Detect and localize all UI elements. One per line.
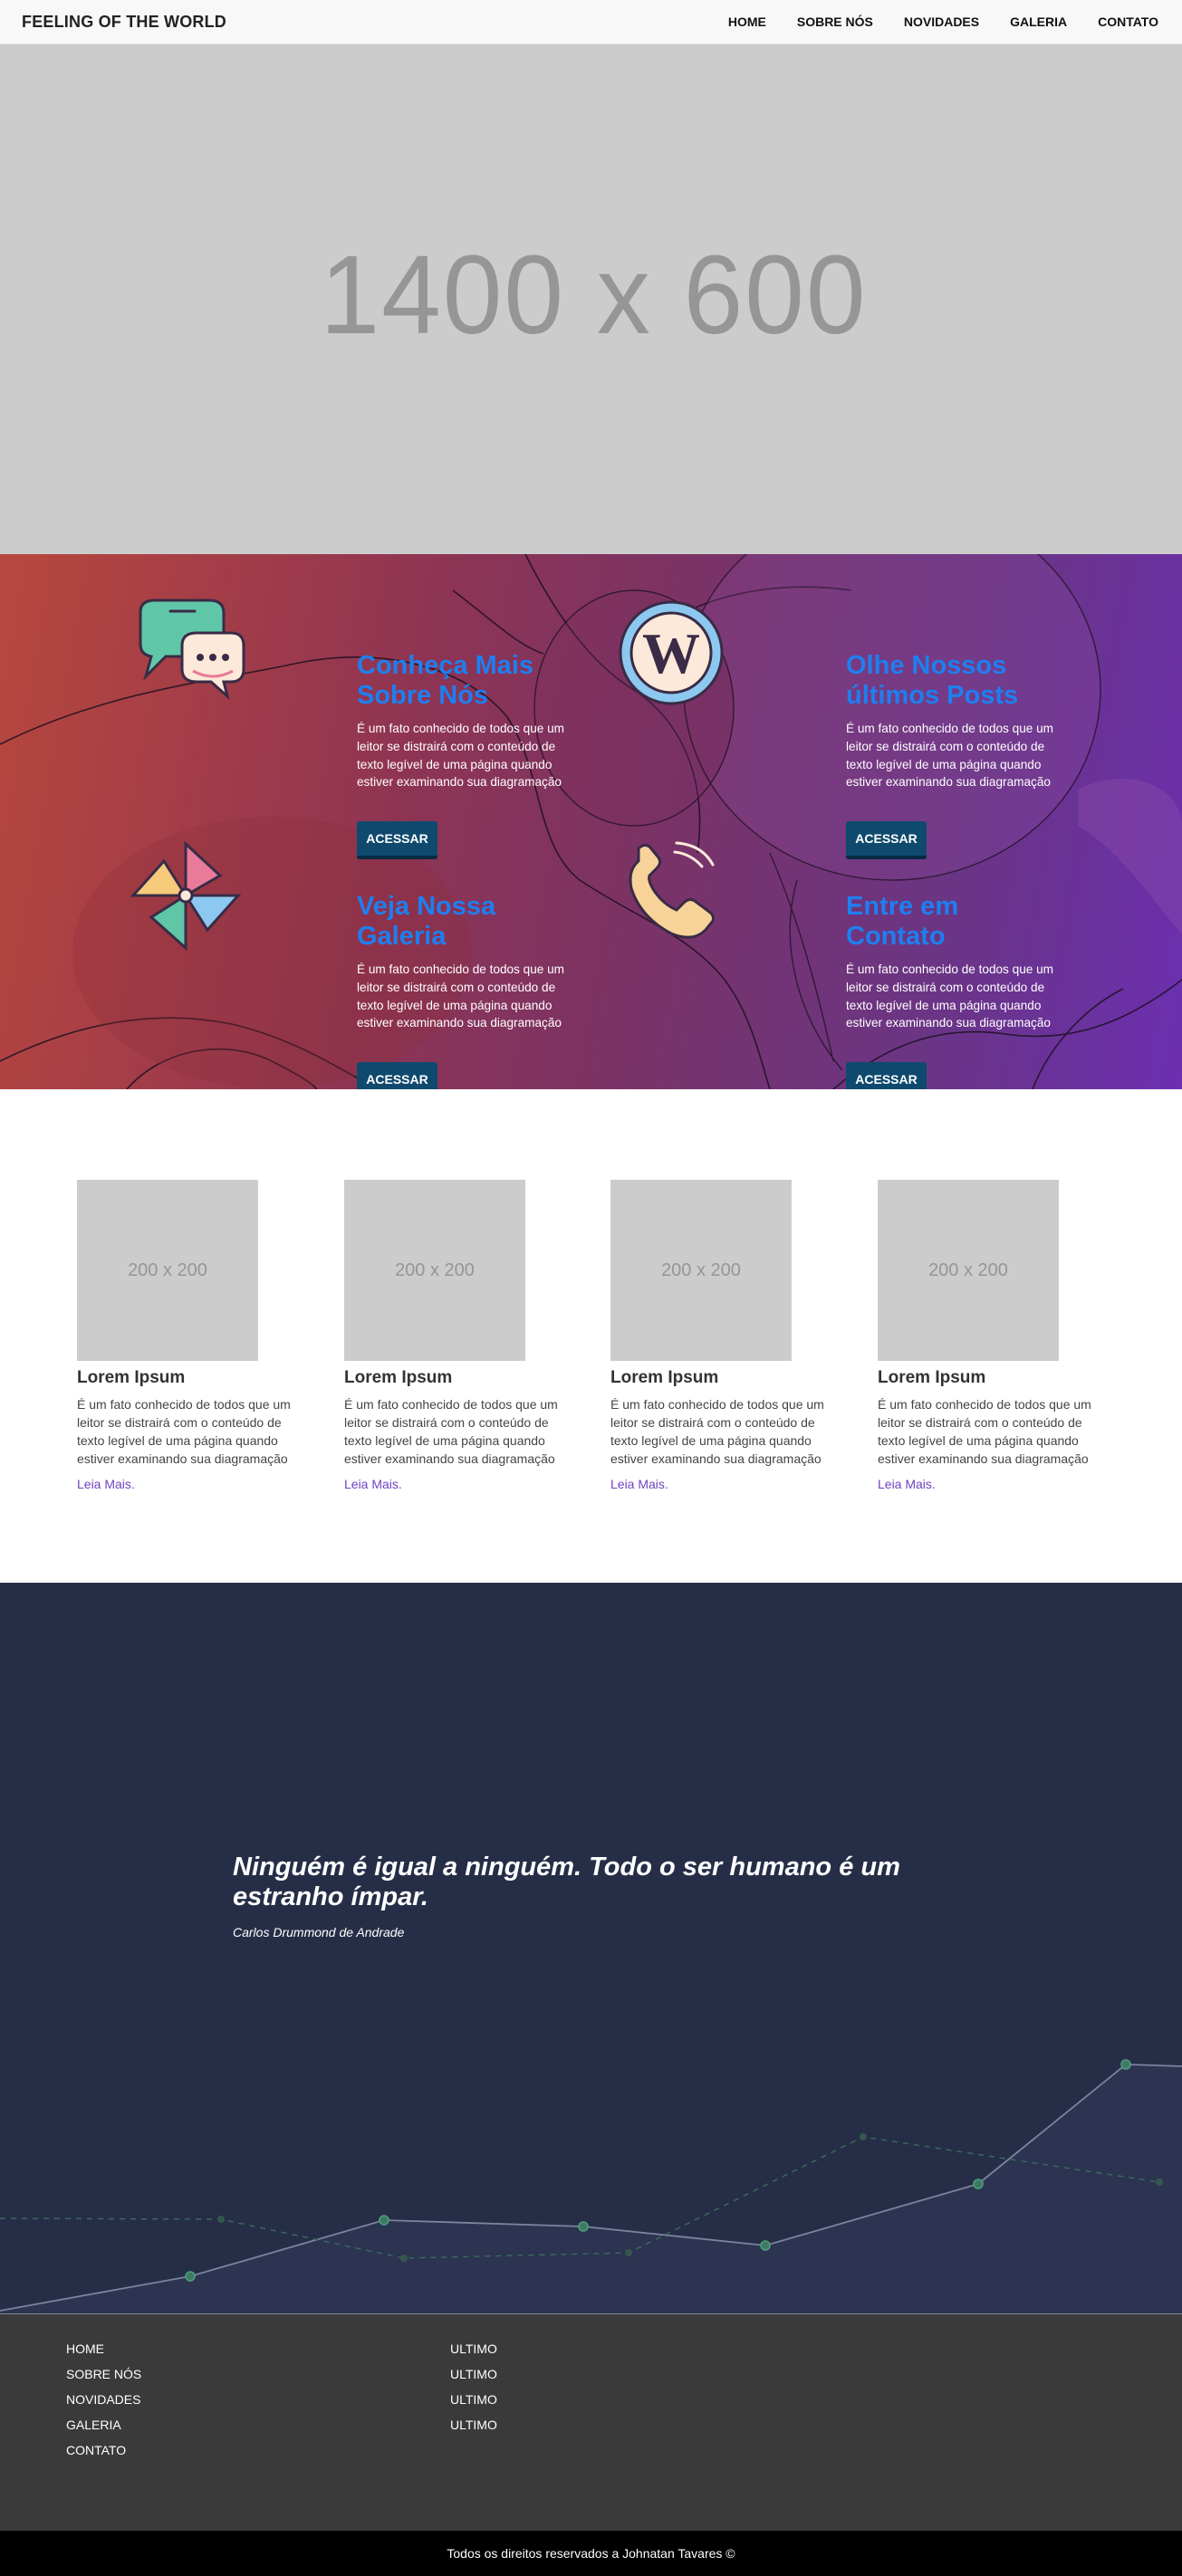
feature-about: Conheça Mais Sobre Nós É um fato conheci… (130, 599, 619, 859)
footer-link-ultimo[interactable]: ULTIMO (450, 2412, 497, 2437)
footer-link-ultimo[interactable]: ULTIMO (450, 2336, 497, 2361)
hero-placeholder-text: 1400 x 600 (320, 232, 868, 358)
footer-link-ultimo[interactable]: ULTIMO (450, 2387, 497, 2412)
footer-nav-column: HOME SOBRE NÓS NOVIDADES GALERIA CONTATO (66, 2336, 141, 2463)
footer-link-home[interactable]: HOME (66, 2336, 141, 2361)
article-card: 200 x 200 Lorem Ipsum É um fato conhecid… (610, 1180, 828, 1491)
read-more-link[interactable]: Leia Mais. (610, 1477, 828, 1491)
footer-latest-column: ULTIMO ULTIMO ULTIMO ULTIMO (450, 2336, 497, 2437)
quote-text: Ninguém é igual a ninguém. Todo o ser hu… (233, 1853, 900, 1911)
navbar: FEELING OF THE WORLD HOME SOBRE NÓS NOVI… (0, 0, 1182, 44)
copyright-bar: Todos os direitos reservados a Johnatan … (0, 2531, 1182, 2576)
feature-contact: Entre em Contato É um fato conhecido de … (619, 839, 1108, 1089)
acessar-button[interactable]: ACESSAR (357, 1062, 437, 1089)
card-description: É um fato conhecido de todos que um leit… (344, 1397, 558, 1466)
article-card: 200 x 200 Lorem Ipsum É um fato conhecid… (344, 1180, 562, 1491)
wordpress-logo-icon: W (619, 599, 754, 734)
decorative-line-graph (0, 2059, 1182, 2313)
footer-link-galeria[interactable]: GALERIA (66, 2412, 141, 2437)
feature-description: É um fato conhecido de todos que um leit… (357, 722, 564, 790)
chat-bubbles-icon (130, 599, 265, 734)
nav-link-sobre-nos[interactable]: SOBRE NÓS (782, 0, 889, 44)
feature-posts: W Olhe Nossos últimos Posts É um fato co… (619, 599, 1108, 859)
card-thumbnail-placeholder: 200 x 200 (610, 1180, 792, 1361)
feature-title: Olhe Nossos últimos Posts (846, 651, 1019, 710)
main-nav: HOME SOBRE NÓS NOVIDADES GALERIA CONTATO (713, 0, 1158, 44)
card-thumbnail-placeholder: 200 x 200 (344, 1180, 525, 1361)
quote-section: Ninguém é igual a ninguém. Todo o ser hu… (0, 1583, 1182, 2313)
nav-link-novidades[interactable]: NOVIDADES (889, 0, 995, 44)
nav-link-galeria[interactable]: GALERIA (995, 0, 1082, 44)
card-description: É um fato conhecido de todos que um leit… (77, 1397, 291, 1466)
card-title: Lorem Ipsum (344, 1368, 453, 1387)
hero-banner-placeholder: 1400 x 600 (0, 44, 1182, 554)
feature-title: Veja Nossa Galeria (357, 892, 496, 951)
card-description: É um fato conhecido de todos que um leit… (878, 1397, 1091, 1466)
article-card: 200 x 200 Lorem Ipsum É um fato conhecid… (77, 1180, 294, 1491)
feature-title: Conheça Mais Sobre Nós (357, 651, 533, 710)
card-description: É um fato conhecido de todos que um leit… (610, 1397, 824, 1466)
card-title: Lorem Ipsum (878, 1368, 986, 1387)
feature-description: É um fato conhecido de todos que um leit… (357, 962, 564, 1030)
features-section: Conheça Mais Sobre Nós É um fato conheci… (0, 554, 1182, 1089)
nav-link-home[interactable]: HOME (713, 0, 782, 44)
article-card: 200 x 200 Lorem Ipsum É um fato conhecid… (878, 1180, 1095, 1491)
read-more-link[interactable]: Leia Mais. (77, 1477, 294, 1491)
quote-author: Carlos Drummond de Andrade (233, 1925, 405, 1939)
footer-link-contato[interactable]: CONTATO (66, 2437, 141, 2463)
card-thumbnail-placeholder: 200 x 200 (77, 1180, 258, 1361)
feature-gallery: Veja Nossa Galeria É um fato conhecido d… (130, 839, 619, 1089)
feature-description: É um fato conhecido de todos que um leit… (846, 962, 1053, 1030)
read-more-link[interactable]: Leia Mais. (344, 1477, 562, 1491)
brand-logo[interactable]: FEELING OF THE WORLD (22, 13, 226, 32)
footer-link-ultimo[interactable]: ULTIMO (450, 2361, 497, 2387)
phone-handset-icon (619, 839, 754, 975)
footer-link-sobre-nos[interactable]: SOBRE NÓS (66, 2361, 141, 2387)
feature-description: É um fato conhecido de todos que um leit… (846, 722, 1053, 790)
footer: HOME SOBRE NÓS NOVIDADES GALERIA CONTATO… (0, 2313, 1182, 2531)
acessar-button[interactable]: ACESSAR (846, 1062, 927, 1089)
card-title: Lorem Ipsum (610, 1368, 719, 1387)
card-title: Lorem Ipsum (77, 1368, 186, 1387)
svg-text:W: W (642, 621, 700, 685)
pinwheel-icon (130, 839, 265, 975)
footer-link-novidades[interactable]: NOVIDADES (66, 2387, 141, 2412)
card-thumbnail-placeholder: 200 x 200 (878, 1180, 1059, 1361)
read-more-link[interactable]: Leia Mais. (878, 1477, 1095, 1491)
nav-link-contato[interactable]: CONTATO (1082, 0, 1158, 44)
feature-title: Entre em Contato (846, 892, 959, 951)
